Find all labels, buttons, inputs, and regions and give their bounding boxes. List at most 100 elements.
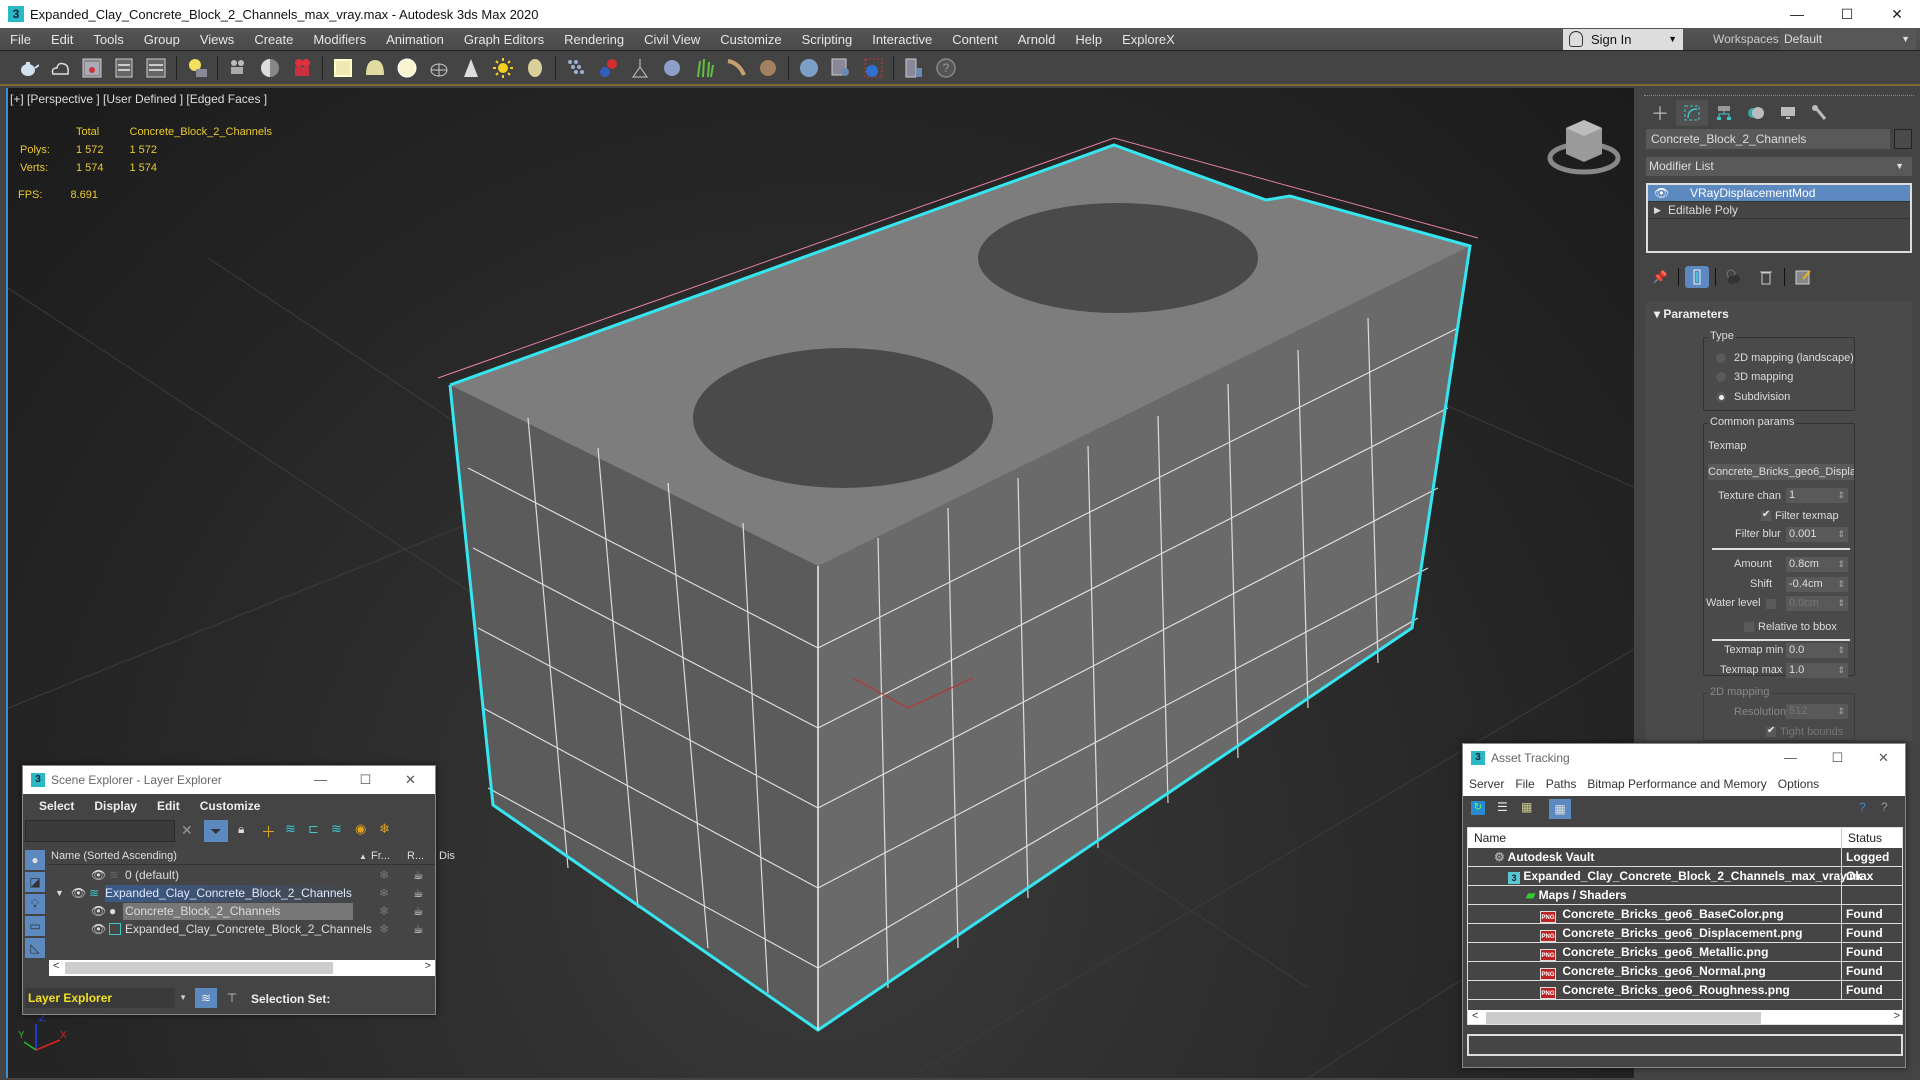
scroll-left-icon[interactable]: <: [1472, 1010, 1478, 1022]
minimize-button[interactable]: —: [1774, 0, 1820, 28]
lock-icon[interactable]: 🔒︎: [238, 822, 244, 837]
display-cameras-icon[interactable]: ▭: [25, 916, 45, 936]
scene-search-input[interactable]: [25, 820, 175, 842]
remove-modifier-trash-icon[interactable]: [1754, 266, 1778, 288]
menu-file[interactable]: File: [0, 28, 41, 51]
column-render[interactable]: R...: [407, 848, 424, 865]
proxy-icon[interactable]: [627, 55, 653, 81]
vault-settings-icon[interactable]: ?: [1881, 800, 1888, 814]
eye-icon[interactable]: 👁: [91, 903, 106, 920]
object-row-concrete-block[interactable]: 👁 ● Concrete_Block_2_Channels ❄ ☕︎: [49, 903, 435, 920]
viewport-label[interactable]: [+] [Perspective ] [User Defined ] [Edge…: [10, 92, 267, 106]
asset-row[interactable]: PNG Concrete_Bricks_geo6_Normal.png Foun…: [1468, 962, 1902, 981]
minimize-button[interactable]: —: [1768, 744, 1813, 772]
menu-civil-view[interactable]: Civil View: [634, 28, 710, 51]
tight-bounds-checkbox[interactable]: Tight bounds: [1766, 725, 1843, 738]
sphere-light-icon[interactable]: [394, 55, 420, 81]
asset-tracking-titlebar[interactable]: 3 Asset Tracking — ☐ ✕: [1463, 744, 1905, 772]
show-end-result-icon[interactable]: [1685, 266, 1709, 288]
scrollbar-thumb[interactable]: [1486, 1012, 1761, 1024]
tree-view-icon[interactable]: ▦: [1521, 800, 1532, 814]
eye-icon[interactable]: 👁: [71, 885, 86, 902]
resolution-spinner[interactable]: 512: [1786, 704, 1848, 719]
asset-row[interactable]: PNG Concrete_Bricks_geo6_BaseColor.png F…: [1468, 905, 1902, 924]
create-tab-plus-icon[interactable]: ＋: [1644, 100, 1676, 126]
parameters-rollout-header[interactable]: ▾ Parameters: [1654, 307, 1729, 321]
scroll-left-icon[interactable]: <: [53, 960, 59, 972]
minimize-button[interactable]: —: [298, 766, 343, 794]
menu-graph-editors[interactable]: Graph Editors: [454, 28, 554, 51]
column-display[interactable]: Dis: [439, 848, 455, 865]
explorer-mode-dropdown[interactable]: Layer Explorer ▼: [25, 988, 187, 1008]
scrollbar-thumb[interactable]: [65, 962, 333, 974]
render-teapot-icon[interactable]: ☕︎: [413, 867, 424, 884]
modifier-list-dropdown[interactable]: Modifier List ▼: [1646, 157, 1912, 176]
ies-light-icon[interactable]: [426, 55, 452, 81]
freeze-icon[interactable]: ❄: [379, 903, 389, 920]
freeze-icon[interactable]: ❄: [379, 885, 389, 902]
filter-texmap-checkbox[interactable]: Filter texmap: [1761, 509, 1839, 522]
maximize-button[interactable]: ☐: [1824, 0, 1870, 28]
stack-item-vraydisplacementmod[interactable]: 👁 VRayDisplacementMod: [1648, 185, 1910, 202]
column-frozen[interactable]: Fr...: [371, 848, 390, 865]
cone-light-icon[interactable]: [458, 55, 484, 81]
motion-tab-icon[interactable]: [1740, 100, 1772, 126]
clear-search-icon[interactable]: ✕: [181, 822, 193, 839]
column-status[interactable]: Status: [1841, 828, 1882, 848]
water-level-checkbox[interactable]: [1766, 598, 1778, 610]
menu-tools[interactable]: Tools: [83, 28, 133, 51]
close-button[interactable]: ✕: [1874, 0, 1920, 28]
particles-icon[interactable]: [563, 55, 589, 81]
sun-icon[interactable]: [490, 55, 516, 81]
teapot-icon[interactable]: [15, 55, 41, 81]
modify-tab-icon[interactable]: [1676, 100, 1708, 126]
menu-create[interactable]: Create: [244, 28, 303, 51]
object-color-swatch[interactable]: [1894, 129, 1912, 149]
menu-customize[interactable]: Customize: [710, 28, 791, 51]
menu-modifiers[interactable]: Modifiers: [303, 28, 376, 51]
configure-modifier-sets-icon[interactable]: [1791, 266, 1815, 288]
menu-arnold[interactable]: Arnold: [1008, 28, 1066, 51]
freeze-icon[interactable]: ❄: [379, 867, 389, 884]
eye-icon[interactable]: 👁: [1654, 185, 1669, 202]
object-row-group[interactable]: 👁 Expanded_Clay_Concrete_Block_2_Channel…: [49, 921, 435, 938]
scroll-right-icon[interactable]: >: [1894, 1010, 1900, 1022]
stack-item-editable-poly[interactable]: ▶ Editable Poly: [1648, 202, 1910, 219]
asset-row[interactable]: 3 Expanded_Clay_Concrete_Block_2_Channel…: [1468, 867, 1902, 886]
freeze-layer-icon[interactable]: ❄: [379, 821, 390, 837]
hair-fur-icon[interactable]: [723, 55, 749, 81]
pin-stack-icon[interactable]: 📌: [1648, 266, 1672, 288]
horizontal-scrollbar[interactable]: < >: [1468, 1010, 1902, 1024]
radio-3d-mapping[interactable]: 3D mapping: [1716, 371, 1793, 383]
texmap-button[interactable]: Concrete_Bricks_geo6_Displace: [1708, 464, 1854, 480]
make-unique-icon[interactable]: [1722, 266, 1746, 288]
create-layer-icon[interactable]: ＋: [261, 821, 276, 842]
menu-edit[interactable]: Edit: [41, 28, 83, 51]
asset-row[interactable]: ▰ Maps / Shaders: [1468, 886, 1902, 905]
material-sphere-icon[interactable]: [796, 55, 822, 81]
freeze-icon[interactable]: ❄: [379, 921, 389, 938]
layer-stack-icon[interactable]: ≋: [331, 821, 342, 837]
physical-camera-icon[interactable]: [257, 55, 283, 81]
sort-by-layer-icon[interactable]: ≋: [195, 988, 217, 1008]
mesh-light-icon[interactable]: [522, 55, 548, 81]
se-menu-customize[interactable]: Customize: [200, 799, 261, 813]
light-lister-icon[interactable]: [184, 55, 210, 81]
utilities-tab-wrench-icon[interactable]: [1804, 100, 1836, 126]
hide-layer-icon[interactable]: ◉: [355, 821, 366, 837]
water-level-spinner[interactable]: 0.0cm: [1786, 596, 1848, 611]
asset-row[interactable]: PNG Concrete_Bricks_geo6_Roughness.png F…: [1468, 981, 1902, 1000]
grass-icon[interactable]: [691, 55, 717, 81]
workspaces-dropdown[interactable]: Default ▼: [1780, 29, 1916, 50]
menu-scripting[interactable]: Scripting: [792, 28, 863, 51]
material-editor-icon[interactable]: [828, 55, 854, 81]
se-menu-select[interactable]: Select: [39, 799, 74, 813]
menu-content[interactable]: Content: [942, 28, 1008, 51]
maximize-button[interactable]: ☐: [1815, 744, 1860, 772]
video-post-icon[interactable]: [289, 55, 315, 81]
layer-row-default[interactable]: 👁 ≋ 0 (default) ❄ ☕︎: [49, 867, 435, 884]
scene-explorer-titlebar[interactable]: 3 Scene Explorer - Layer Explorer — ☐ ✕: [23, 766, 435, 794]
asset-path-field[interactable]: [1467, 1034, 1903, 1056]
display-lights-icon[interactable]: 💡︎: [25, 894, 45, 914]
render-settings-icon[interactable]: [143, 55, 169, 81]
